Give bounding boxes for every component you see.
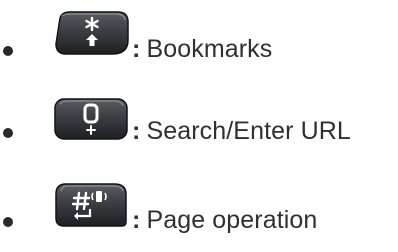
bookmarks-description: : Bookmarks	[132, 34, 272, 64]
page-operation-description: : Page operation	[132, 205, 317, 235]
bookmarks-label: Bookmarks	[146, 35, 273, 63]
list-item-search: : Search/Enter URL	[0, 94, 398, 164]
bullet	[3, 128, 13, 138]
separator: :	[132, 206, 141, 234]
bullet	[3, 46, 13, 56]
bullet	[3, 217, 13, 227]
search-description: : Search/Enter URL	[132, 116, 351, 146]
list-item-bookmarks: : Bookmarks	[0, 6, 398, 76]
star-key-icon	[52, 10, 130, 56]
zero-plus-key-icon	[52, 96, 130, 142]
page-operation-label: Page operation	[146, 206, 318, 234]
separator: :	[132, 117, 141, 145]
search-label: Search/Enter URL	[146, 117, 351, 145]
pound-vibrate-key-icon	[52, 182, 130, 228]
list-item-page-operation: : Page operation	[0, 180, 398, 250]
separator: :	[132, 35, 141, 63]
